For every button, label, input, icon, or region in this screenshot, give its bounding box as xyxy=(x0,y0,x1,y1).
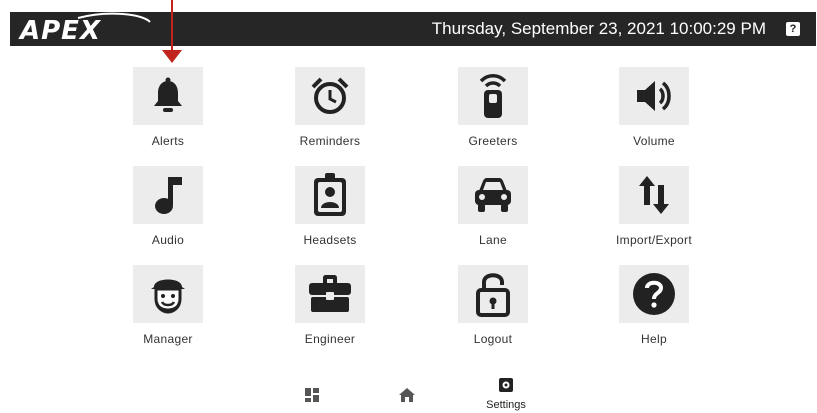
tile-engineer-label: Engineer xyxy=(304,332,356,346)
tile-reminders[interactable]: Reminders xyxy=(260,67,400,148)
tile-volume[interactable]: Volume xyxy=(584,67,724,148)
tile-lane-label: Lane xyxy=(479,233,507,247)
tile-headsets-label: Headsets xyxy=(303,233,357,247)
tile-alerts-label: Alerts xyxy=(151,134,185,148)
tile-logout[interactable]: Logout xyxy=(423,265,563,346)
tile-reminders-label: Reminders xyxy=(299,134,361,148)
lock-open-icon xyxy=(476,273,510,317)
tile-greeters-label: Greeters xyxy=(468,134,518,148)
tile-engineer[interactable]: Engineer xyxy=(260,265,400,346)
tile-import-export-box[interactable] xyxy=(619,166,689,224)
tile-logout-label: Logout xyxy=(473,332,513,346)
tile-lane-box[interactable] xyxy=(458,166,528,224)
remote-signal-icon xyxy=(479,74,507,118)
tile-alerts[interactable]: Alerts xyxy=(98,67,238,148)
bottom-nav: Settings xyxy=(0,375,817,413)
nav-settings[interactable]: Settings xyxy=(478,377,534,411)
tile-audio[interactable]: Audio xyxy=(98,166,238,247)
dashboard-icon xyxy=(305,388,319,402)
nav-settings-label: Settings xyxy=(486,399,526,411)
tile-help[interactable]: Help xyxy=(584,265,724,346)
tile-audio-label: Audio xyxy=(151,233,185,247)
up-down-arrows-icon xyxy=(639,176,669,214)
car-icon xyxy=(475,178,511,212)
tile-manager[interactable]: Manager xyxy=(98,265,238,346)
tile-reminders-box[interactable] xyxy=(295,67,365,125)
tile-manager-box[interactable] xyxy=(133,265,203,323)
tile-logout-box[interactable] xyxy=(458,265,528,323)
tile-import-export-label: Import/Export xyxy=(616,233,692,247)
tile-manager-label: Manager xyxy=(143,332,193,346)
tile-engineer-box[interactable] xyxy=(295,265,365,323)
tile-headsets-box[interactable] xyxy=(295,166,365,224)
music-note-icon xyxy=(155,177,182,214)
tile-help-label: Help xyxy=(641,332,667,346)
tile-greeters[interactable]: Greeters xyxy=(423,67,563,148)
tile-volume-box[interactable] xyxy=(619,67,689,125)
home-icon xyxy=(399,388,415,402)
tile-alerts-box[interactable] xyxy=(133,67,203,125)
tile-greeters-box[interactable] xyxy=(458,67,528,125)
gear-icon xyxy=(499,378,513,392)
briefcase-icon xyxy=(309,275,351,312)
help-circle-icon xyxy=(633,273,675,315)
tile-help-box[interactable] xyxy=(619,265,689,323)
nav-dashboard[interactable] xyxy=(304,387,320,408)
badge-person-icon xyxy=(314,173,346,216)
bell-icon xyxy=(154,77,182,112)
settings-grid: Alerts Reminders Greeters Volume Audio H… xyxy=(0,0,817,413)
tile-lane[interactable]: Lane xyxy=(423,166,563,247)
tile-volume-label: Volume xyxy=(633,134,675,148)
manager-avatar-icon xyxy=(151,279,185,314)
tile-audio-box[interactable] xyxy=(133,166,203,224)
nav-home[interactable] xyxy=(398,387,416,408)
alarm-clock-icon xyxy=(311,77,349,114)
speaker-icon xyxy=(637,81,671,111)
tile-import-export[interactable]: Import/Export xyxy=(584,166,724,247)
tile-headsets[interactable]: Headsets xyxy=(260,166,400,247)
